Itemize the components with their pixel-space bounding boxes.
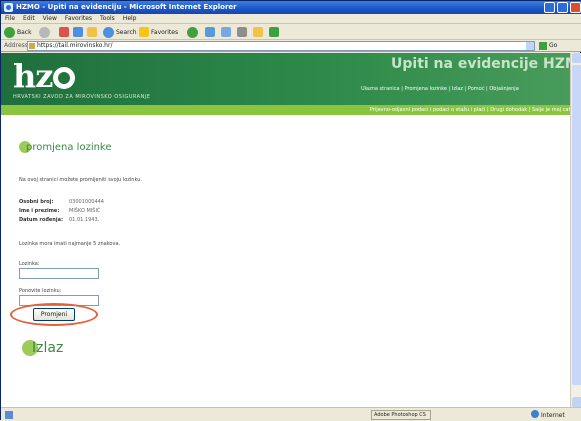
- page-viewport: hz HRVATSKI ZAVOD ZA MIROVINSKO OSIGURAN…: [1, 53, 581, 407]
- hzmo-logo: hz: [13, 59, 76, 93]
- back-button[interactable]: Back: [4, 26, 32, 38]
- minimize-button[interactable]: [544, 2, 555, 13]
- media-icon: [187, 26, 198, 38]
- folder-button[interactable]: [253, 26, 263, 38]
- password-label: Lozinka:: [19, 261, 40, 267]
- content-area: promjena lozinke Na ovoj stranici možete…: [1, 115, 581, 407]
- repeat-password-label: Ponovite lozinku:: [19, 288, 62, 294]
- address-label: Address: [4, 42, 28, 49]
- scroll-down-icon[interactable]: [572, 397, 581, 407]
- security-zone: Internet: [531, 410, 565, 419]
- birthdate-value: 01.01.1943.: [69, 217, 100, 223]
- home-button[interactable]: [87, 26, 97, 38]
- toolbar: Back Search Favorites: [1, 24, 581, 40]
- status-page-icon: [5, 411, 13, 419]
- menu-bar: File Edit View Favorites Tools Help: [1, 14, 581, 24]
- mail-icon: [221, 27, 231, 37]
- menu-favorites[interactable]: Favorites: [61, 14, 96, 24]
- search-button[interactable]: Search: [103, 26, 137, 38]
- address-url: https://tail.mirovinsko.hr/: [37, 42, 113, 49]
- vertical-scrollbar[interactable]: [570, 53, 581, 407]
- top-nav[interactable]: Ulazna stranica | Promjena lozinke | Izl…: [361, 86, 519, 92]
- address-bar: Address https://tail.mirovinsko.hr/ Go: [1, 40, 581, 52]
- search-icon: [103, 26, 114, 38]
- site-title: Upiti na evidencije HZMO-a: [391, 56, 581, 72]
- password-rule-text: Lozinka mora imati najmanje 5 znakova.: [19, 241, 121, 247]
- scroll-thumb[interactable]: [572, 65, 581, 385]
- status-bar: Adobe Photoshop CS Internet: [1, 407, 581, 421]
- mail-button[interactable]: [221, 26, 231, 38]
- stop-icon: [59, 27, 69, 37]
- folder-icon: [253, 27, 263, 37]
- address-input[interactable]: https://tail.mirovinsko.hr/: [27, 41, 535, 51]
- exit-link[interactable]: Izlaz: [22, 340, 63, 356]
- change-password-button[interactable]: Promjeni: [33, 308, 75, 321]
- star-icon: [139, 27, 149, 37]
- browser-window: HZMO - Upiti na evidenciju - Microsoft I…: [0, 0, 581, 421]
- messenger-button[interactable]: [269, 26, 279, 38]
- print-button[interactable]: [237, 26, 247, 38]
- site-banner: hz HRVATSKI ZAVOD ZA MIROVINSKO OSIGURAN…: [1, 53, 581, 105]
- scroll-up-icon[interactable]: [572, 53, 581, 63]
- window-title: HZMO - Upiti na evidenciju - Microsoft I…: [16, 3, 237, 11]
- media-button[interactable]: [187, 26, 198, 38]
- refresh-button[interactable]: [73, 26, 83, 38]
- sub-nav: Prijavno-odjavni podaci i podaci o stažu…: [1, 105, 581, 115]
- intro-text: Na ovoj stranici možete promijeniti svoj…: [19, 177, 142, 183]
- refresh-icon: [73, 27, 83, 37]
- close-button[interactable]: [570, 2, 581, 13]
- menu-help[interactable]: Help: [119, 14, 141, 24]
- name-value: MIŠKO MIŠIĆ: [69, 208, 101, 214]
- menu-file[interactable]: File: [1, 14, 19, 24]
- page-heading: promjena lozinke: [19, 141, 112, 153]
- menu-tools[interactable]: Tools: [96, 14, 119, 24]
- stop-button[interactable]: [59, 26, 69, 38]
- back-arrow-icon: [4, 26, 15, 38]
- sub-nav-links[interactable]: Prijavno-odjavni podaci i podaci o stažu…: [370, 107, 580, 113]
- print-icon: [237, 27, 247, 37]
- password-input[interactable]: [19, 268, 99, 279]
- page-icon: [29, 43, 35, 49]
- forward-button[interactable]: [39, 26, 50, 38]
- personal-number-value: 03001000444: [69, 199, 104, 205]
- personal-number-label: Osobni broj:: [19, 199, 54, 205]
- address-dropdown[interactable]: [526, 42, 534, 50]
- institution-name: HRVATSKI ZAVOD ZA MIROVINSKO OSIGURANJE: [13, 94, 151, 100]
- status-field: Adobe Photoshop CS: [371, 410, 431, 420]
- ie-icon: [4, 3, 13, 12]
- forward-arrow-icon: [39, 26, 50, 38]
- history-icon: [205, 27, 215, 37]
- history-button[interactable]: [205, 26, 215, 38]
- menu-view[interactable]: View: [39, 14, 61, 24]
- globe-icon: [531, 410, 539, 418]
- go-arrow-icon: [539, 41, 547, 50]
- title-bar: HZMO - Upiti na evidenciju - Microsoft I…: [1, 1, 581, 14]
- messenger-icon: [269, 27, 279, 37]
- home-icon: [87, 27, 97, 37]
- name-label: Ime i prezime:: [19, 208, 60, 214]
- birthdate-label: Datum rođenja:: [19, 217, 63, 223]
- menu-edit[interactable]: Edit: [19, 14, 39, 24]
- maximize-button[interactable]: [557, 2, 568, 13]
- logo-ring-icon: [53, 67, 76, 89]
- favorites-button[interactable]: Favorites: [139, 26, 178, 38]
- go-button[interactable]: Go: [539, 41, 561, 51]
